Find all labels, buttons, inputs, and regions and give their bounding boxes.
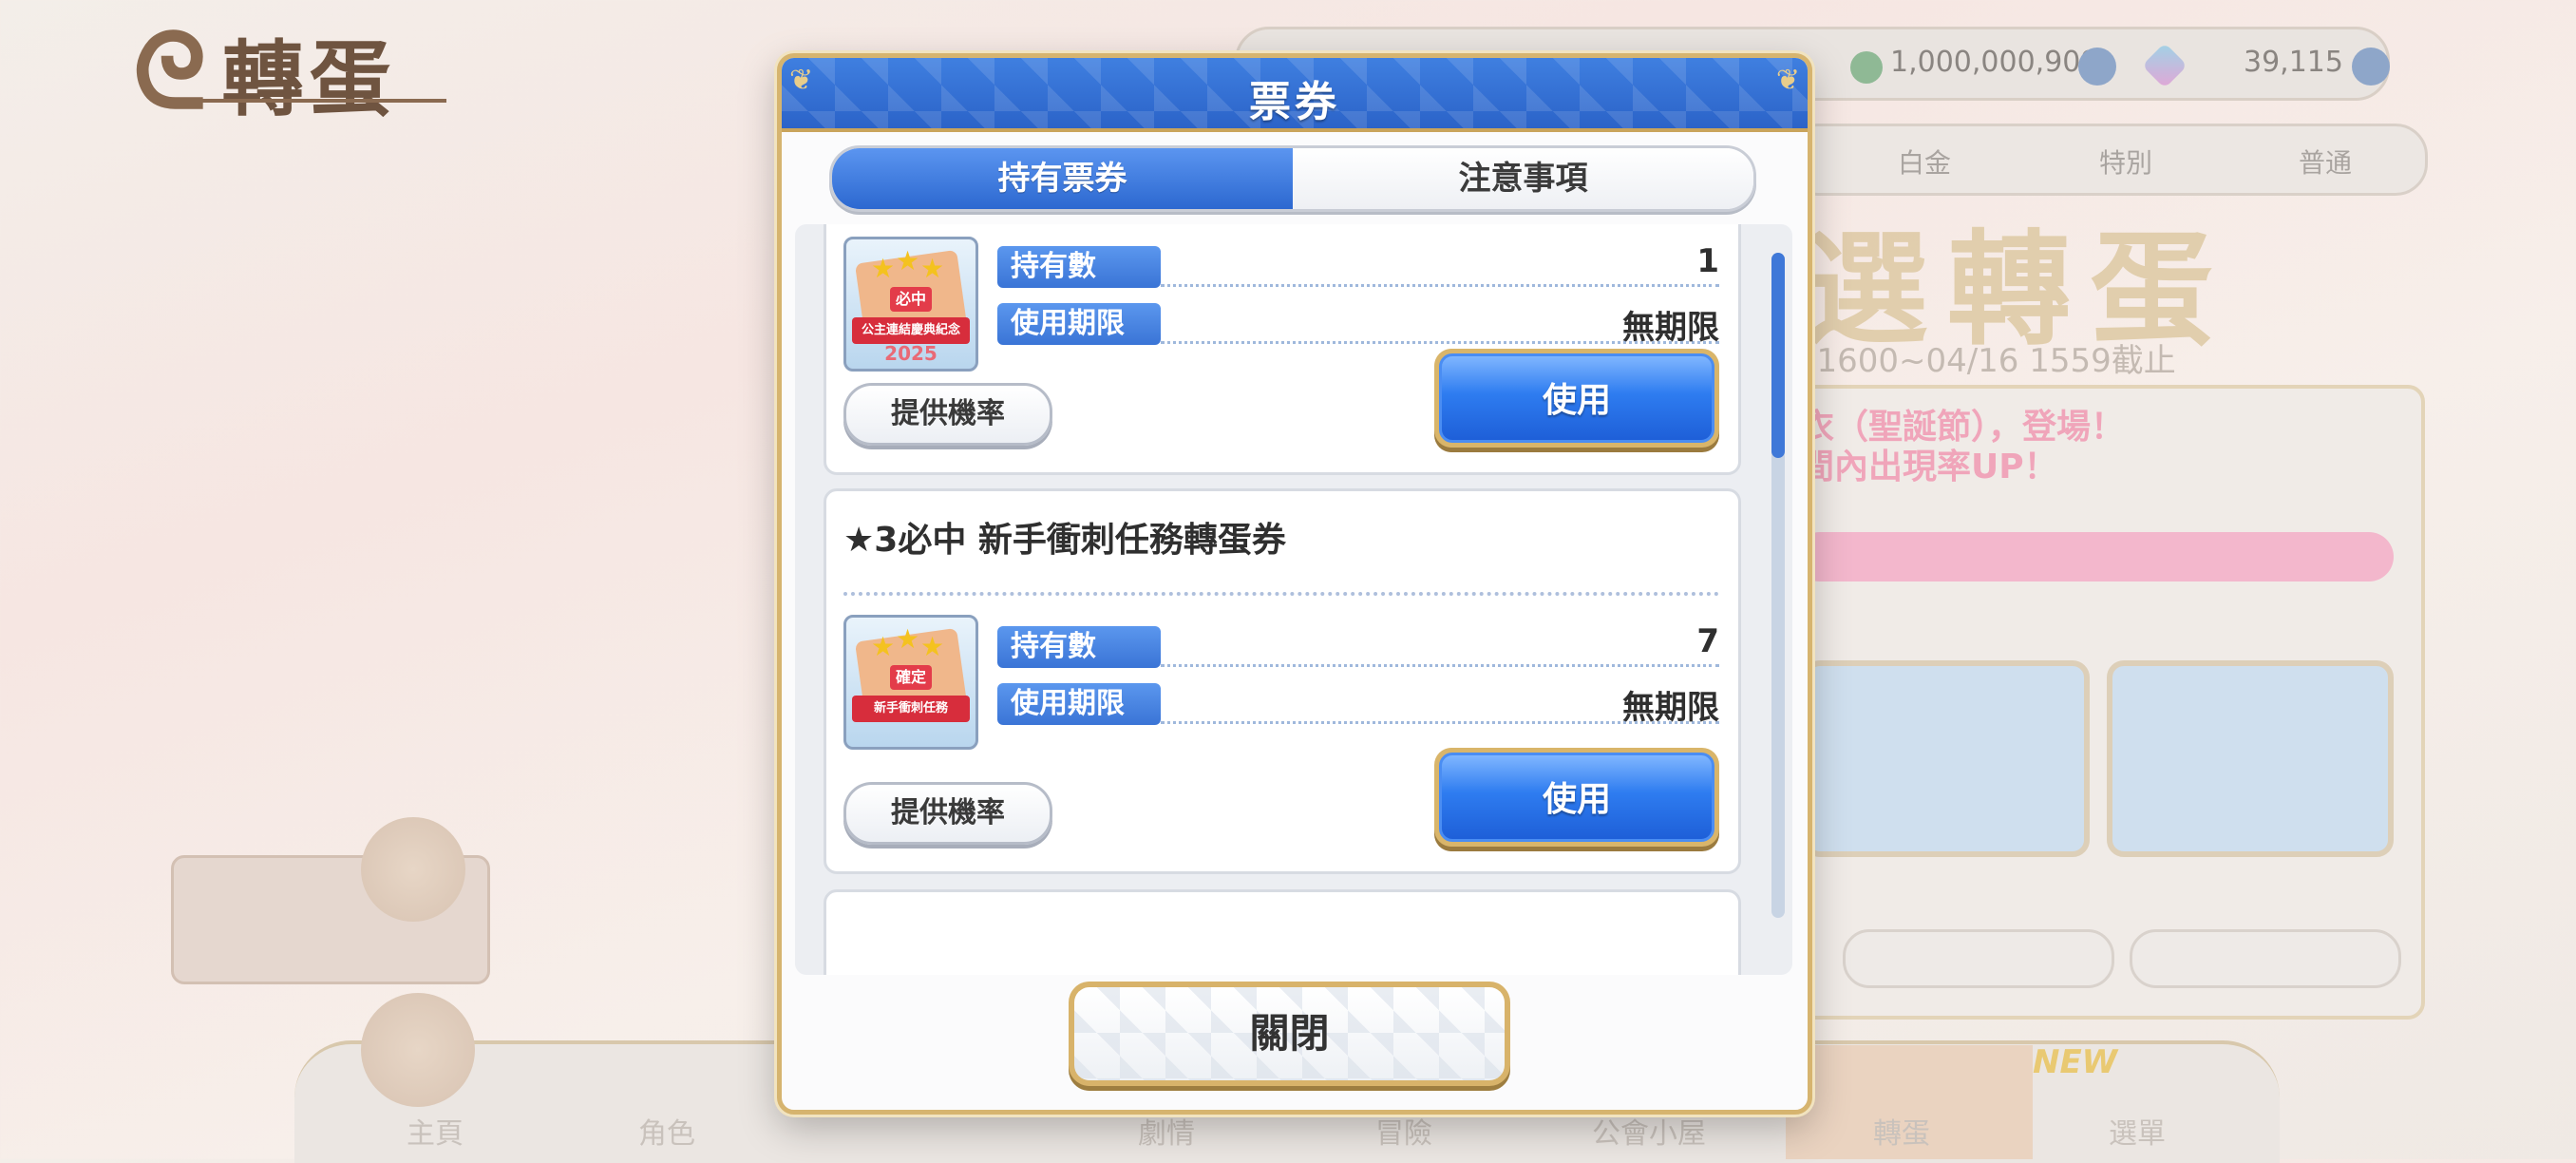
row-divider	[1161, 664, 1719, 667]
ticket-modal: ❦ ❦ 票券 持有票券 注意事項 ★ ★ ★ 必中 公主連結慶典紀念 2025 …	[777, 53, 1812, 1115]
ticket-card: ★ ★ ★ 必中 公主連結慶典紀念 2025 持有數 1 使用期限 無期限 提供…	[824, 224, 1741, 475]
use-button[interactable]: 使用	[1434, 748, 1719, 847]
ticket-year: 2025	[884, 342, 938, 365]
nav-menu[interactable]: 選單	[2109, 1110, 2166, 1152]
ticket-icon: ★ ★ ★ 確定 新手衝刺任務	[843, 615, 978, 750]
count-value: 7	[1696, 622, 1719, 660]
character-details-button[interactable]	[1843, 929, 2114, 988]
nav-adventure[interactable]: 冒險	[1375, 1110, 1432, 1152]
ticket-name: ★3必中 新手衝刺任務轉蛋券	[843, 521, 1286, 560]
character-portrait	[361, 817, 465, 922]
star-icon: ★	[871, 631, 896, 662]
banner-pink-bar	[1795, 532, 2394, 582]
use-button-label: 使用	[1439, 753, 1714, 842]
row-divider	[1161, 284, 1719, 287]
gacha-details-button[interactable]	[2130, 929, 2401, 988]
banner-rate-up-text: 間內出現率UP！	[1800, 448, 2058, 486]
title-underline	[190, 99, 446, 103]
nav-home[interactable]: 主頁	[407, 1110, 464, 1152]
drop-rate-button[interactable]: 提供機率	[843, 383, 1052, 446]
ticket-ribbon: 公主連結慶典紀念	[852, 317, 970, 344]
close-button-label: 關閉	[1074, 987, 1505, 1080]
draw-ten-button[interactable]	[2107, 660, 2394, 857]
expiry-label: 使用期限	[997, 303, 1161, 345]
jewel-amount: 39,115	[2244, 46, 2343, 79]
ticket-ribbon: 新手衝刺任務	[852, 696, 970, 722]
star-icon: ★	[920, 631, 945, 662]
card-divider	[843, 592, 1719, 596]
nav-guild-house[interactable]: 公會小屋	[1592, 1110, 1706, 1152]
banner-period: 1 1600~04/16 1559截止	[1786, 342, 2176, 380]
expiry-label: 使用期限	[997, 683, 1161, 725]
ticket-tab-switch: 持有票券 注意事項	[829, 145, 1756, 212]
star-icon: ★	[871, 253, 896, 284]
ticket-card	[824, 889, 1741, 975]
use-button[interactable]: 使用	[1434, 349, 1719, 448]
tab-normal[interactable]: 普通	[2299, 143, 2352, 181]
ticket-mark: 確定	[890, 665, 932, 690]
screen-title: ᘓ 轉蛋	[133, 10, 397, 132]
ticket-card: ★3必中 新手衝刺任務轉蛋券 ★ ★ ★ 確定 新手衝刺任務 持有數 7 使用期…	[824, 488, 1741, 874]
tab-special[interactable]: 特別	[2099, 143, 2152, 181]
swirl-ornament-icon: ᘓ	[133, 10, 213, 132]
scrollbar-thumb[interactable]	[1771, 253, 1785, 458]
tab-platinum[interactable]: 白金	[1898, 143, 1951, 181]
star-icon: ★	[920, 253, 945, 284]
ticket-list-scrollbar[interactable]	[1771, 253, 1785, 918]
draw-single-button[interactable]	[1803, 660, 2090, 857]
ticket-list[interactable]: ★ ★ ★ 必中 公主連結慶典紀念 2025 持有數 1 使用期限 無期限 提供…	[795, 224, 1792, 975]
expiry-value: 無期限	[1622, 309, 1719, 347]
nav-characters[interactable]: 角色	[638, 1110, 695, 1152]
star-icon: ★	[896, 245, 920, 276]
new-badge: NEW	[2033, 1043, 2118, 1081]
nav-story[interactable]: 劇情	[1138, 1110, 1195, 1152]
add-coin-button[interactable]	[2078, 48, 2116, 86]
drop-rate-button[interactable]: 提供機率	[843, 782, 1052, 845]
nav-gacha[interactable]: 轉蛋	[1873, 1110, 1930, 1152]
tab-held-tickets[interactable]: 持有票券	[832, 148, 1293, 209]
ticket-icon: ★ ★ ★ 必中 公主連結慶典紀念 2025	[843, 237, 978, 372]
count-label: 持有數	[997, 246, 1161, 288]
expiry-value: 無期限	[1622, 689, 1719, 727]
ticket-mark: 必中	[890, 287, 932, 312]
modal-title: 票券	[1249, 78, 1340, 126]
coin-amount: 1,000,000,909	[1890, 46, 2099, 79]
coin-icon	[1850, 51, 1883, 84]
count-value: 1	[1696, 242, 1719, 280]
use-button-label: 使用	[1439, 353, 1714, 443]
nav-character-avatar	[361, 993, 475, 1107]
modal-header: ❦ ❦ 票券	[782, 58, 1808, 132]
tab-notes[interactable]: 注意事項	[1293, 148, 1753, 209]
star-icon: ★	[896, 623, 920, 655]
count-label: 持有數	[997, 626, 1161, 668]
close-button[interactable]: 關閉	[1069, 982, 1510, 1086]
add-jewel-button[interactable]	[2352, 48, 2390, 86]
